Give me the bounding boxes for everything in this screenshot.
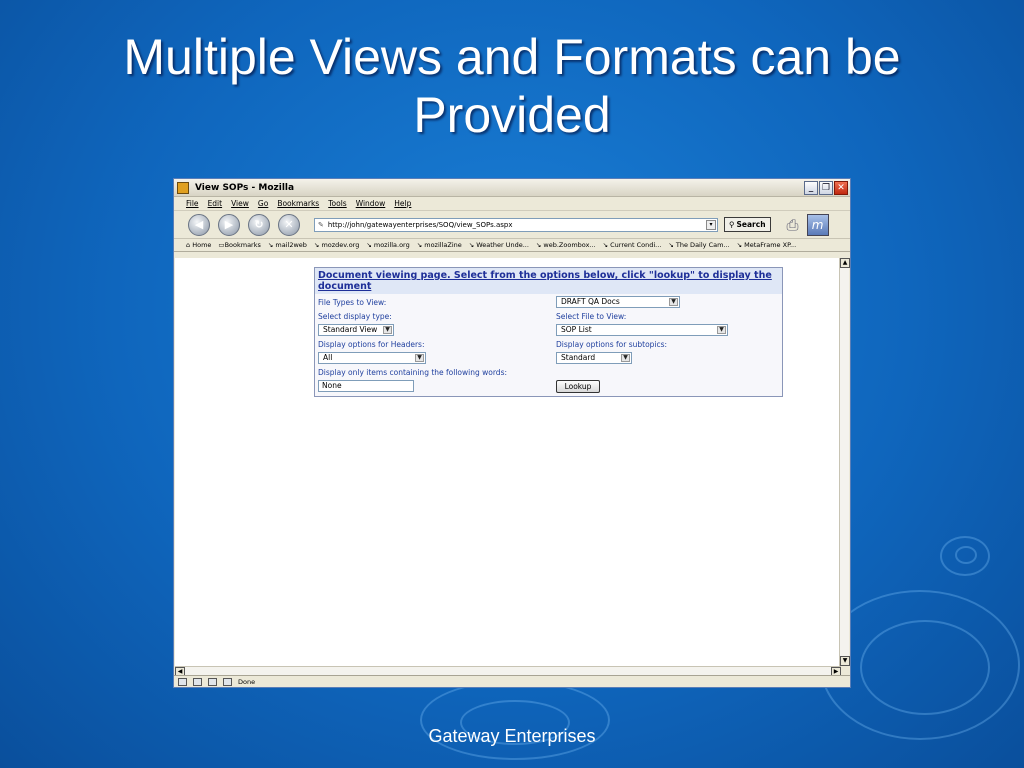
subtopics-select[interactable]: Standard ▼ bbox=[556, 352, 632, 364]
slide-footer: Gateway Enterprises bbox=[428, 726, 596, 746]
search-button[interactable]: ⚲ Search bbox=[724, 217, 771, 232]
document-viewing-form: Document viewing page. Select from the o… bbox=[314, 267, 783, 397]
menu-tools[interactable]: Tools bbox=[328, 199, 346, 208]
back-button[interactable]: ◀ bbox=[188, 213, 210, 236]
display-type-select[interactable]: Standard View ▼ bbox=[318, 324, 394, 336]
back-arrow-icon: ◀ bbox=[194, 218, 204, 231]
status-bar: Done bbox=[174, 675, 850, 687]
page-content: Document viewing page. Select from the o… bbox=[175, 258, 841, 666]
restore-button[interactable]: ❐ bbox=[819, 180, 833, 195]
bookmark-link[interactable]: ↘ mozdev.org bbox=[314, 241, 359, 249]
close-button[interactable]: ✕ bbox=[834, 180, 848, 195]
select-file-label: Select File to View: bbox=[556, 312, 627, 321]
mail-icon[interactable] bbox=[178, 677, 187, 686]
search-icon: ⚲ bbox=[729, 220, 735, 229]
bookmark-link[interactable]: ↘ Current Condi... bbox=[603, 241, 662, 249]
url-dropdown-icon[interactable]: ▾ bbox=[706, 219, 716, 230]
menu-go[interactable]: Go bbox=[258, 199, 268, 208]
bookmarks-toolbar: ⌂ Home ▭Bookmarks ↘ mail2web ↘ mozdev.or… bbox=[174, 239, 850, 252]
headers-select[interactable]: All ▼ bbox=[318, 352, 426, 364]
file-types-label: File Types to View: bbox=[318, 298, 387, 307]
mozilla-app-icon bbox=[177, 181, 189, 194]
menu-view[interactable]: View bbox=[231, 199, 249, 208]
menu-file[interactable]: File bbox=[186, 199, 199, 208]
scroll-down-icon[interactable]: ▼ bbox=[840, 656, 850, 666]
form-heading: Document viewing page. Select from the o… bbox=[315, 268, 782, 294]
chat-icon[interactable] bbox=[223, 677, 232, 686]
chevron-down-icon: ▼ bbox=[669, 298, 678, 306]
bookmark-link[interactable]: ↘ MetaFrame XP... bbox=[737, 241, 797, 249]
reload-button[interactable]: ↻ bbox=[248, 213, 270, 236]
ripple-decoration bbox=[860, 620, 990, 715]
window-titlebar: View SOPs - Mozilla _ ❐ ✕ bbox=[174, 179, 850, 197]
menu-bookmarks[interactable]: Bookmarks bbox=[277, 199, 319, 208]
chevron-down-icon: ▼ bbox=[415, 354, 424, 362]
file-types-select[interactable]: DRAFT QA Docs ▼ bbox=[556, 296, 680, 308]
bookmark-link[interactable]: ↘ The Daily Cam... bbox=[668, 241, 729, 249]
menu-edit[interactable]: Edit bbox=[208, 199, 223, 208]
url-text: http://john/gatewayenterprises/SOQ/view_… bbox=[327, 220, 513, 229]
menu-bar: File Edit View Go Bookmarks Tools Window… bbox=[174, 197, 850, 211]
select-file-select[interactable]: SOP List ▼ bbox=[556, 324, 728, 336]
stop-button[interactable]: ✕ bbox=[278, 213, 300, 236]
bookmark-bookmarks[interactable]: ▭Bookmarks bbox=[218, 241, 260, 249]
composer-icon[interactable] bbox=[193, 677, 202, 686]
slide-title: Multiple Views and Formats can be Provid… bbox=[123, 29, 901, 143]
bookmark-link[interactable]: ↘ web.Zoombox... bbox=[536, 241, 596, 249]
menu-help[interactable]: Help bbox=[394, 199, 411, 208]
words-filter-label: Display only items containing the follow… bbox=[318, 368, 507, 377]
chevron-down-icon: ▼ bbox=[621, 354, 630, 362]
display-type-label: Select display type: bbox=[318, 312, 392, 321]
status-text: Done bbox=[238, 677, 256, 686]
bookmark-link[interactable]: ↘ mozillaZine bbox=[417, 241, 462, 249]
page-icon: ✎ bbox=[318, 220, 324, 229]
minimize-button[interactable]: _ bbox=[804, 180, 818, 195]
headers-label: Display options for Headers: bbox=[318, 340, 425, 349]
reload-icon: ↻ bbox=[254, 218, 264, 231]
ripple-decoration bbox=[955, 546, 977, 564]
url-input[interactable]: ✎ http://john/gatewayenterprises/SOQ/vie… bbox=[314, 217, 718, 232]
scroll-up-icon[interactable]: ▲ bbox=[840, 258, 850, 268]
forward-arrow-icon: ▶ bbox=[224, 218, 234, 231]
address-book-icon[interactable] bbox=[208, 677, 217, 686]
bookmark-link[interactable]: ↘ mail2web bbox=[268, 241, 307, 249]
menu-window[interactable]: Window bbox=[356, 199, 386, 208]
browser-window: View SOPs - Mozilla _ ❐ ✕ File Edit View… bbox=[173, 178, 851, 688]
subtopics-label: Display options for subtopics: bbox=[556, 340, 668, 349]
bookmark-link[interactable]: ↘ mozilla.org bbox=[366, 241, 409, 249]
print-icon[interactable]: ⎙ bbox=[787, 216, 799, 234]
mozilla-throbber-icon[interactable]: m bbox=[806, 213, 829, 236]
words-filter-input[interactable]: None bbox=[318, 380, 414, 392]
vertical-scrollbar[interactable]: ▲ ▼ bbox=[839, 258, 850, 666]
search-button-label: Search bbox=[736, 220, 766, 229]
forward-button[interactable]: ▶ bbox=[218, 213, 240, 236]
window-title: View SOPs - Mozilla bbox=[195, 182, 295, 193]
stop-icon: ✕ bbox=[284, 218, 294, 231]
bookmark-link[interactable]: ↘ Weather Unde... bbox=[469, 241, 529, 249]
lookup-button[interactable]: Lookup bbox=[556, 380, 600, 393]
navigation-toolbar: ◀ ▶ ↻ ✕ ✎ http://john/gatewayenterprises… bbox=[174, 211, 850, 239]
bookmark-home[interactable]: ⌂ Home bbox=[186, 241, 211, 249]
chevron-down-icon: ▼ bbox=[383, 326, 392, 334]
chevron-down-icon: ▼ bbox=[717, 326, 726, 334]
